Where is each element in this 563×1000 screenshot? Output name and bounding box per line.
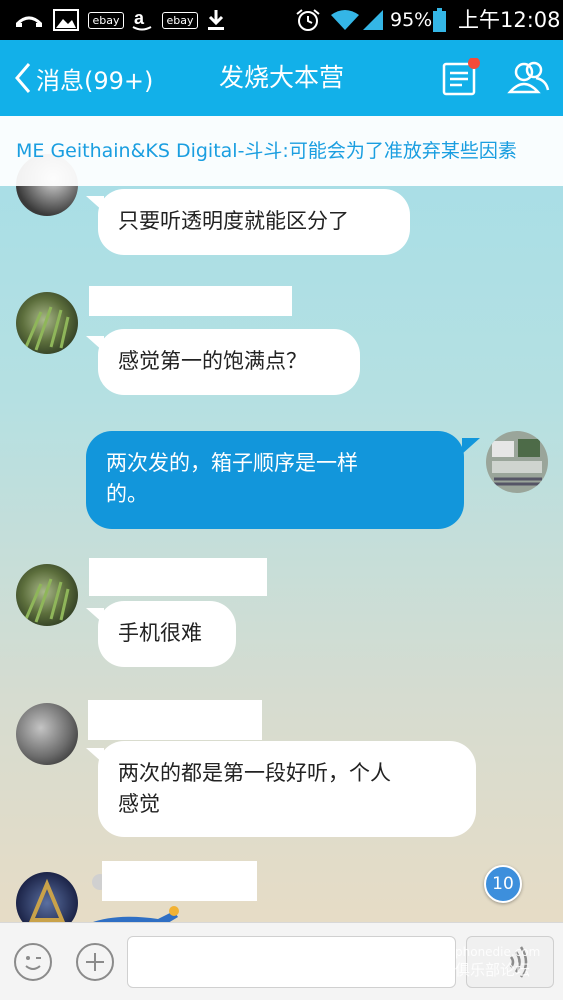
unread-count-badge[interactable]: 10 <box>484 865 522 903</box>
image-icon <box>52 8 80 32</box>
message-text: 的。 <box>106 482 148 506</box>
group-members-icon[interactable] <box>506 58 550 98</box>
input-bar: phonedie.com 俱乐部论坛 <box>0 922 563 1000</box>
message-bubble[interactable]: 两次的都是第一段好听，个人 感觉 <box>98 741 476 837</box>
more-button[interactable] <box>76 943 114 981</box>
group-notice-banner[interactable]: ME Geithain&KS Digital-斗斗:可能会为了准放弃某些因素 <box>0 116 563 186</box>
clock: 上午12:08 <box>458 8 561 32</box>
sender-name <box>88 700 262 740</box>
message-text: 手机很难 <box>118 621 202 645</box>
message-text: 两次发的，箱子顺序是一样 <box>106 451 358 475</box>
sender-name <box>89 286 292 316</box>
notice-text: ME Geithain&KS Digital-斗斗:可能会为了准放弃某些因素 <box>16 140 517 162</box>
sender-name <box>102 861 257 901</box>
title-bar: 消息(99+) 发烧大本营 <box>0 40 563 116</box>
amazon-icon: a <box>130 8 154 32</box>
ebay-icon: ebay <box>88 8 124 32</box>
watermark-site: phonedie.com <box>455 945 541 959</box>
message-text: 感觉 <box>118 792 160 816</box>
message-bubble[interactable]: 只要听透明度就能区分了 <box>98 189 410 255</box>
message-text: 两次的都是第一段好听，个人 <box>118 761 391 785</box>
message-text: 只要听透明度就能区分了 <box>118 209 349 233</box>
battery-icon <box>432 8 446 32</box>
forum-watermark: phonedie.com 俱乐部论坛 <box>455 945 563 997</box>
download-icon <box>205 8 227 32</box>
sender-name <box>89 558 267 596</box>
battery-percent: 95% <box>390 9 433 31</box>
watermark-label: 俱乐部论坛 <box>455 961 531 979</box>
svg-text:a: a <box>134 9 145 28</box>
avatar[interactable] <box>16 703 78 765</box>
message-bubble[interactable]: 手机很难 <box>98 601 236 667</box>
chat-screen: ebay a ebay 95% 上午12:08 消息(99+) 发烧大本营 只要… <box>0 0 563 1000</box>
ebay-icon: ebay <box>162 8 198 32</box>
missed-call-icon <box>14 8 44 32</box>
ebay-label: ebay <box>88 11 124 29</box>
alarm-icon <box>294 8 322 32</box>
plus-icon <box>86 953 104 971</box>
message-bubble[interactable]: 感觉第一的饱满点？ <box>98 329 360 395</box>
signal-icon <box>362 8 384 32</box>
message-text: 感觉第一的饱满点？ <box>118 349 307 373</box>
message-input[interactable] <box>127 936 456 988</box>
bubble-tail <box>462 438 480 454</box>
avatar[interactable] <box>16 564 78 626</box>
ebay-label: ebay <box>162 11 198 29</box>
status-bar: ebay a ebay 95% 上午12:08 <box>0 0 563 40</box>
avatar[interactable] <box>16 292 78 354</box>
wifi-icon <box>330 8 360 32</box>
emoji-icon <box>25 956 41 970</box>
announcement-icon[interactable] <box>441 57 481 98</box>
emoji-button[interactable] <box>14 943 52 981</box>
avatar-self[interactable] <box>486 431 548 493</box>
message-bubble-self[interactable]: 两次发的，箱子顺序是一样 的。 <box>86 431 464 529</box>
